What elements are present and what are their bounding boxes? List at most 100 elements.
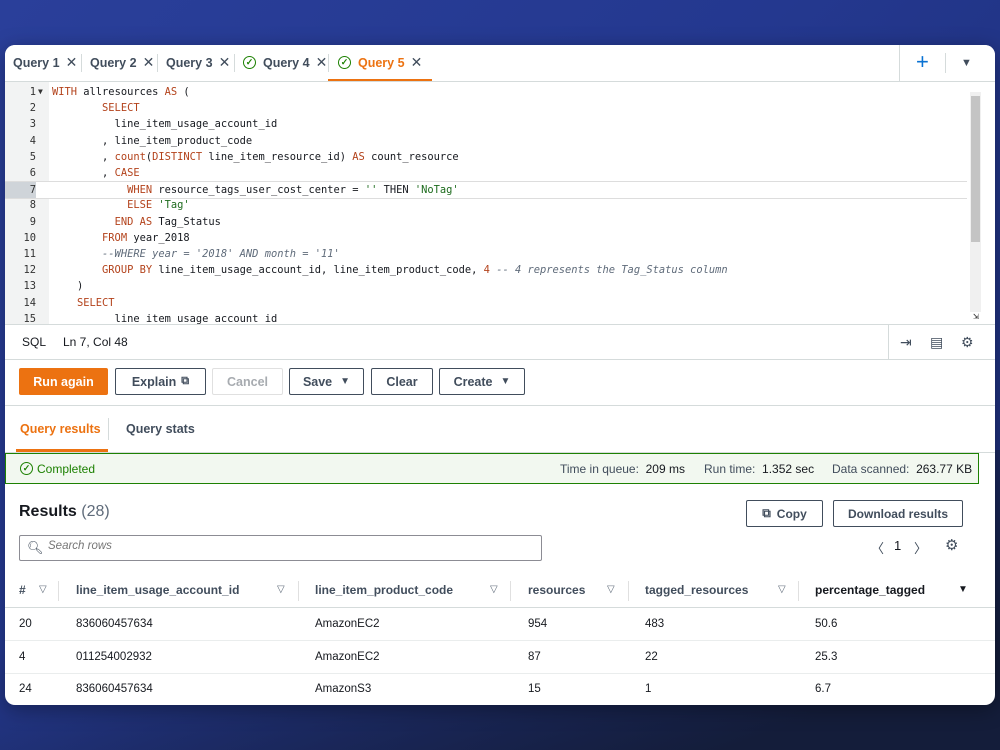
sql-editor[interactable]: 1 ▼ WITH allresources AS (2 SELECT 3 line_i… (5, 82, 995, 325)
tab-divider (81, 54, 82, 72)
keyword-token: AS (352, 150, 365, 163)
sort-caret-icon[interactable]: ▽ (490, 584, 498, 595)
keyword-token: ELSE (127, 199, 153, 212)
explain-button[interactable]: Explain ⧉ (115, 368, 206, 395)
code-line[interactable]: 6 , CASE (5, 165, 967, 181)
editor-scrollbar-thumb[interactable] (971, 96, 980, 242)
tab-query-5[interactable]: ✓ Query 5 ✕ (328, 45, 433, 81)
copy-button[interactable]: ⧉ Copy (746, 500, 823, 527)
keyboard-shortcuts-icon[interactable]: ▤ (930, 334, 943, 351)
search-rows-field[interactable]: 🔍︎ (19, 535, 542, 561)
code-line[interactable]: 10 FROM year_2018 (5, 230, 967, 246)
tab-query-4[interactable]: ✓ Query 4 ✕ (243, 45, 327, 80)
next-page-icon[interactable]: 〉 (914, 538, 927, 557)
code-token: line_item_resource_id) (202, 150, 353, 163)
table-row[interactable]: 4 011254002932 AmazonEC2 87 22 25.3 (5, 641, 995, 674)
tab-menu-caret-icon[interactable]: ▼ (961, 57, 972, 69)
column-header[interactable]: percentage_tagged (815, 583, 925, 597)
column-header[interactable]: line_item_product_code (315, 583, 453, 597)
code-text: ELSE 'Tag' (52, 197, 190, 213)
copy-icon: ⧉ (762, 506, 771, 520)
tab-query-3[interactable]: Query 3 ✕ (166, 45, 230, 80)
code-text: WHEN resource_tags_user_cost_center = ''… (52, 182, 459, 198)
tab-query-2[interactable]: Query 2 ✕ (90, 45, 154, 80)
table-row[interactable]: 24 836060457634 AmazonS3 15 1 6.7 (5, 673, 995, 705)
caret-down-icon: ▼ (340, 376, 351, 387)
close-icon[interactable]: ✕ (66, 54, 78, 71)
keyword-token: count (114, 150, 146, 163)
tab-query-results[interactable]: Query results (20, 422, 101, 436)
close-icon[interactable]: ✕ (316, 54, 328, 71)
table-cell: 011254002932 (76, 650, 152, 663)
sort-caret-icon[interactable]: ▽ (778, 584, 786, 595)
download-label: Download results (847, 506, 948, 521)
column-header[interactable]: tagged_resources (645, 583, 748, 597)
tab-actions: + ▼ (899, 45, 995, 81)
explain-label: Explain (131, 374, 177, 389)
sort-caret-icon[interactable]: ▽ (607, 584, 615, 595)
tab-query-1[interactable]: Query 1 ✕ (13, 45, 77, 80)
line-number: 12 (23, 264, 36, 277)
fold-arrow-icon[interactable]: ▼ (38, 84, 43, 100)
table-cell: 20 (19, 618, 32, 630)
close-icon[interactable]: ✕ (411, 54, 423, 71)
code-token: allresources (77, 86, 165, 98)
sort-caret-icon[interactable]: ▽ (277, 584, 285, 595)
close-icon[interactable]: ✕ (219, 54, 231, 71)
code-line[interactable]: 12 GROUP BY line_item_usage_account_id, … (5, 262, 967, 278)
code-token: year_2018 (127, 231, 190, 244)
code-line[interactable]: 4 , line_item_product_code (5, 133, 967, 149)
close-icon[interactable]: ✕ (143, 54, 155, 71)
code-line[interactable]: 8 ELSE 'Tag' (5, 197, 967, 213)
keyword-token: AS (164, 86, 178, 98)
code-line[interactable]: 1 ▼ WITH allresources AS ( (5, 84, 967, 100)
column-header[interactable]: resources (528, 583, 585, 597)
code-text: ) (52, 278, 83, 294)
format-indent-icon[interactable]: ⇥ (900, 334, 912, 351)
cancel-button[interactable]: Cancel (212, 368, 283, 395)
column-divider (510, 581, 511, 601)
run-again-button[interactable]: Run again (19, 368, 108, 395)
sort-caret-icon[interactable]: ▽ (39, 584, 47, 595)
language-label: SQL (22, 335, 47, 349)
code-token: THEN (377, 184, 415, 197)
code-line[interactable]: 2 SELECT (5, 100, 967, 116)
resize-handle-icon[interactable]: ⇲ (973, 311, 979, 322)
sort-descending-icon[interactable]: ▼ (958, 584, 968, 595)
table-settings-gear-icon[interactable]: ⚙ (945, 536, 958, 554)
settings-gear-icon[interactable]: ⚙ (961, 334, 974, 351)
save-dropdown-button[interactable]: Save ▼ (289, 368, 364, 395)
line-number: 1 (29, 86, 36, 98)
data-scanned: Data scanned: 263.77 KB (832, 462, 972, 476)
code-line[interactable]: 14 SELECT (5, 295, 967, 311)
code-token: line_item_usage_account_id, line_item_pr… (152, 264, 484, 277)
active-tab-indicator (16, 449, 108, 452)
tab-label: Query 2 (90, 55, 137, 70)
page-number[interactable]: 1 (894, 538, 901, 553)
code-line[interactable]: 9 END AS Tag_Status (5, 214, 967, 230)
add-tab-icon[interactable]: + (916, 51, 929, 73)
clear-button[interactable]: Clear (371, 368, 433, 395)
code-line[interactable]: 11 --WHERE year = '2018' AND month = '11… (5, 246, 967, 262)
query-editor-window: Query 1 ✕ Query 2 ✕ Query 3 ✕ ✓ Query 4 … (5, 45, 995, 705)
table-cell: AmazonEC2 (315, 650, 380, 663)
download-results-button[interactable]: Download results (833, 500, 963, 527)
search-input[interactable] (46, 539, 530, 553)
line-number: 6 (29, 167, 36, 179)
code-text: , count(DISTINCT line_item_resource_id) … (52, 149, 459, 165)
column-divider (298, 581, 299, 601)
tab-query-stats[interactable]: Query stats (126, 422, 195, 436)
column-divider (58, 581, 59, 601)
previous-page-icon[interactable]: 〈 (871, 538, 884, 557)
code-line[interactable]: 5 , count(DISTINCT line_item_resource_id… (5, 149, 967, 165)
create-dropdown-button[interactable]: Create ▼ (439, 368, 525, 395)
code-line[interactable]: 3 line_item_usage_account_id (5, 116, 967, 132)
table-row[interactable]: 20 836060457634 AmazonEC2 954 483 50.6 (5, 608, 995, 641)
cursor-position: Ln 7, Col 48 (63, 335, 128, 349)
results-title: Results (19, 503, 77, 520)
column-header[interactable]: line_item_usage_account_id (76, 583, 239, 597)
code-text: SELECT (52, 100, 140, 116)
code-line[interactable]: 13 ) (5, 278, 967, 294)
